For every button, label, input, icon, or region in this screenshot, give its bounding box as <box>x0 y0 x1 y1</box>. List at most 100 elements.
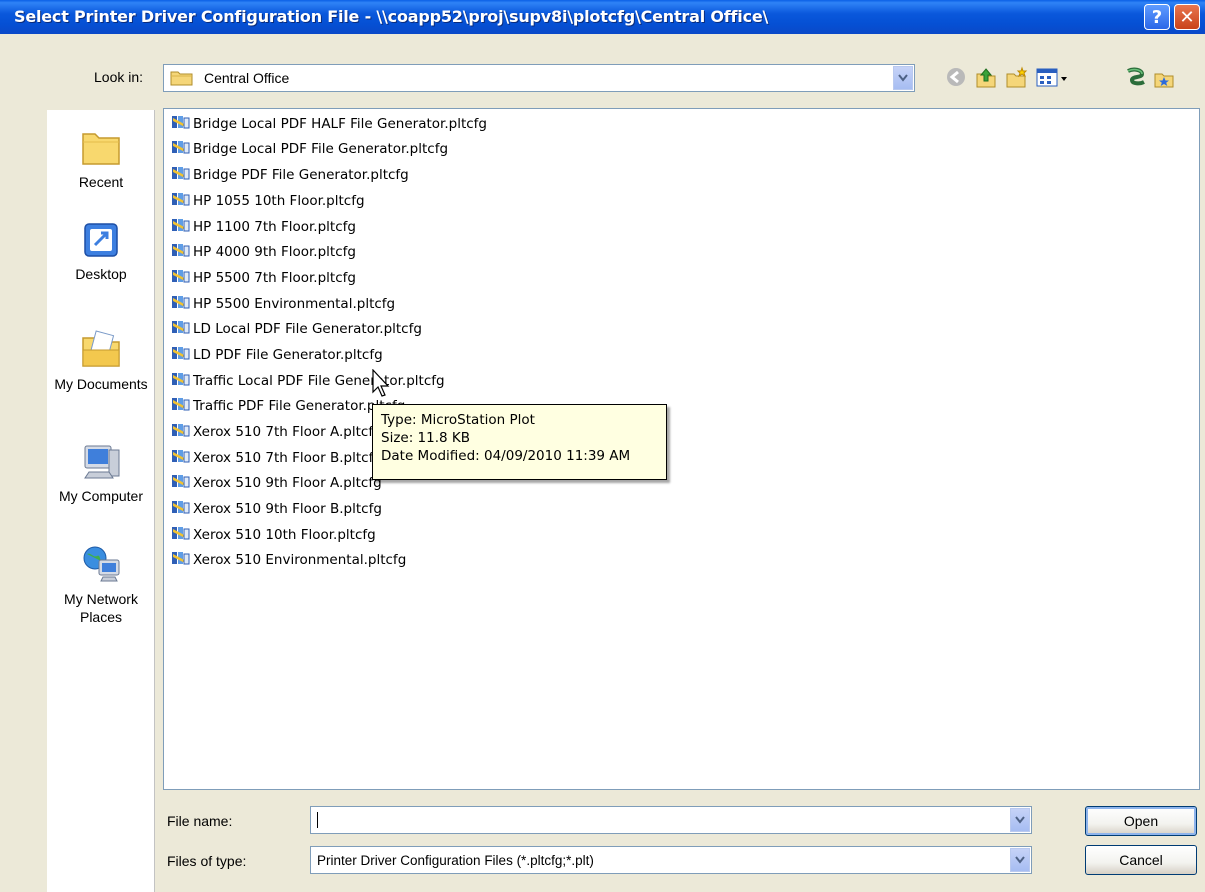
tooltip-type: Type: MicroStation Plot <box>381 412 535 428</box>
list-item[interactable]: HP 5500 Environmental.pltcfg <box>170 292 395 316</box>
file-name: HP 5500 Environmental.pltcfg <box>193 296 396 312</box>
tooltip-size: Size: 11.8 KB <box>381 430 471 446</box>
file-info-tooltip: Type: MicroStation Plot Size: 11.8 KB Da… <box>372 404 667 480</box>
folder-icon <box>170 69 194 92</box>
list-item[interactable]: Traffic PDF File Generator.pltcfg <box>170 394 405 418</box>
place-label: My Computer <box>58 488 144 504</box>
file-name: Bridge Local PDF File Generator.pltcfg <box>193 141 449 157</box>
place-recent[interactable]: Recent <box>47 128 155 190</box>
new-folder-icon[interactable] <box>1004 66 1028 95</box>
look-in-label: Look in: <box>94 69 144 85</box>
my-documents-icon <box>47 330 155 370</box>
file-name: Xerox 510 Environmental.pltcfg <box>193 552 407 568</box>
file-name: Xerox 510 9th Floor A.pltcfg <box>193 475 382 491</box>
pltcfg-file-icon <box>170 241 193 263</box>
place-my-documents[interactable]: My Documents <box>47 330 155 392</box>
file-name: HP 4000 9th Floor.pltcfg <box>193 244 356 260</box>
list-item[interactable]: LD PDF File Generator.pltcfg <box>170 343 383 367</box>
link-icon[interactable] <box>1124 66 1148 95</box>
pltcfg-file-icon <box>170 395 193 417</box>
list-item[interactable]: LD Local PDF File Generator.pltcfg <box>170 317 422 341</box>
pltcfg-file-icon <box>170 190 193 212</box>
title-bar[interactable]: Select Printer Driver Configuration File… <box>0 0 1205 34</box>
desktop-icon <box>47 220 155 260</box>
file-name: Xerox 510 7th Floor B.pltcfg <box>193 450 382 466</box>
pltcfg-file-icon <box>170 344 193 366</box>
place-label: My Documents <box>54 376 148 392</box>
file-name: Xerox 510 7th Floor A.pltcfg <box>193 424 382 440</box>
place-desktop[interactable]: Desktop <box>47 220 155 282</box>
pltcfg-file-icon <box>170 447 193 469</box>
list-item[interactable]: HP 5500 7th Floor.pltcfg <box>170 266 356 290</box>
files-of-type-value: Printer Driver Configuration Files (*.pl… <box>317 853 594 868</box>
open-button[interactable]: Open <box>1085 806 1197 836</box>
place-label: Recent <box>78 174 124 190</box>
file-name: HP 1100 7th Floor.pltcfg <box>193 219 356 235</box>
text-caret <box>317 812 318 828</box>
list-item[interactable]: Xerox 510 9th Floor A.pltcfg <box>170 471 382 495</box>
list-item[interactable]: Xerox 510 9th Floor B.pltcfg <box>170 497 382 521</box>
my-computer-icon <box>47 442 155 482</box>
list-item[interactable]: Traffic Local PDF File Generator.pltcfg <box>170 369 445 393</box>
file-name-label: File name: <box>167 813 233 829</box>
list-item[interactable]: HP 1100 7th Floor.pltcfg <box>170 215 356 239</box>
files-of-type-dropdown[interactable]: Printer Driver Configuration Files (*.pl… <box>310 846 1032 874</box>
file-name: Bridge PDF File Generator.pltcfg <box>193 167 409 183</box>
list-item[interactable]: Bridge Local PDF HALF File Generator.plt… <box>170 112 487 136</box>
list-item[interactable]: Bridge Local PDF File Generator.pltcfg <box>170 137 448 161</box>
place-label: My Network Places <box>64 591 138 625</box>
pltcfg-file-icon <box>170 318 193 340</box>
file-name: Xerox 510 9th Floor B.pltcfg <box>193 501 382 517</box>
pltcfg-file-icon <box>170 524 193 546</box>
dialog-window: Select Printer Driver Configuration File… <box>0 0 1205 892</box>
pltcfg-file-icon <box>170 216 193 238</box>
pltcfg-file-icon <box>170 498 193 520</box>
cancel-button[interactable]: Cancel <box>1085 845 1197 875</box>
list-item[interactable]: Bridge PDF File Generator.pltcfg <box>170 163 409 187</box>
close-icon: ✕ <box>1179 6 1195 28</box>
look-in-dropdown[interactable]: Central Office <box>163 64 915 92</box>
pltcfg-file-icon <box>170 164 193 186</box>
tooltip-date-modified: Date Modified: 04/09/2010 11:39 AM <box>381 448 631 464</box>
favorite-icon[interactable] <box>1152 66 1176 95</box>
list-item[interactable]: HP 1055 10th Floor.pltcfg <box>170 189 365 213</box>
window-title: Select Printer Driver Configuration File… <box>14 7 769 26</box>
list-item[interactable]: Xerox 510 7th Floor B.pltcfg <box>170 446 382 470</box>
file-name-input[interactable] <box>310 806 1032 834</box>
chevron-down-icon[interactable] <box>1010 808 1030 832</box>
place-label: Desktop <box>75 266 127 282</box>
file-list[interactable]: Bridge Local PDF HALF File Generator.plt… <box>163 108 1200 790</box>
chevron-down-icon[interactable] <box>1010 848 1030 872</box>
pltcfg-file-icon <box>170 421 193 443</box>
list-item[interactable]: Xerox 510 10th Floor.pltcfg <box>170 523 376 547</box>
pltcfg-file-icon <box>170 293 193 315</box>
file-name: HP 5500 7th Floor.pltcfg <box>193 270 356 286</box>
chevron-down-icon[interactable] <box>893 66 913 90</box>
file-name: LD PDF File Generator.pltcfg <box>193 347 383 363</box>
close-button[interactable]: ✕ <box>1174 4 1200 30</box>
list-item[interactable]: Xerox 510 7th Floor A.pltcfg <box>170 420 382 444</box>
place-my-computer[interactable]: My Computer <box>47 442 155 504</box>
file-name: Traffic Local PDF File Generator.pltcfg <box>193 373 445 389</box>
pltcfg-file-icon <box>170 370 193 392</box>
help-button[interactable]: ? <box>1144 4 1170 30</box>
list-item[interactable]: Xerox 510 Environmental.pltcfg <box>170 548 406 572</box>
mouse-cursor-icon <box>372 368 392 404</box>
views-menu-icon[interactable] <box>1035 66 1071 95</box>
places-bar: Recent Desktop My Documents My Computer … <box>47 110 155 892</box>
pltcfg-file-icon <box>170 472 193 494</box>
place-my-network-places[interactable]: My Network Places <box>47 544 155 626</box>
file-name: Xerox 510 10th Floor.pltcfg <box>193 527 376 543</box>
file-name: Bridge Local PDF HALF File Generator.plt… <box>193 116 487 132</box>
recent-folder-icon <box>47 128 155 168</box>
pltcfg-file-icon <box>170 113 193 135</box>
network-places-icon <box>47 544 155 584</box>
files-of-type-label: Files of type: <box>167 853 247 869</box>
back-icon[interactable] <box>945 66 967 93</box>
pltcfg-file-icon <box>170 138 193 160</box>
help-icon: ? <box>1151 6 1163 28</box>
pltcfg-file-icon <box>170 549 193 571</box>
file-name: HP 1055 10th Floor.pltcfg <box>193 193 365 209</box>
list-item[interactable]: HP 4000 9th Floor.pltcfg <box>170 240 356 264</box>
up-folder-icon[interactable] <box>974 66 998 95</box>
